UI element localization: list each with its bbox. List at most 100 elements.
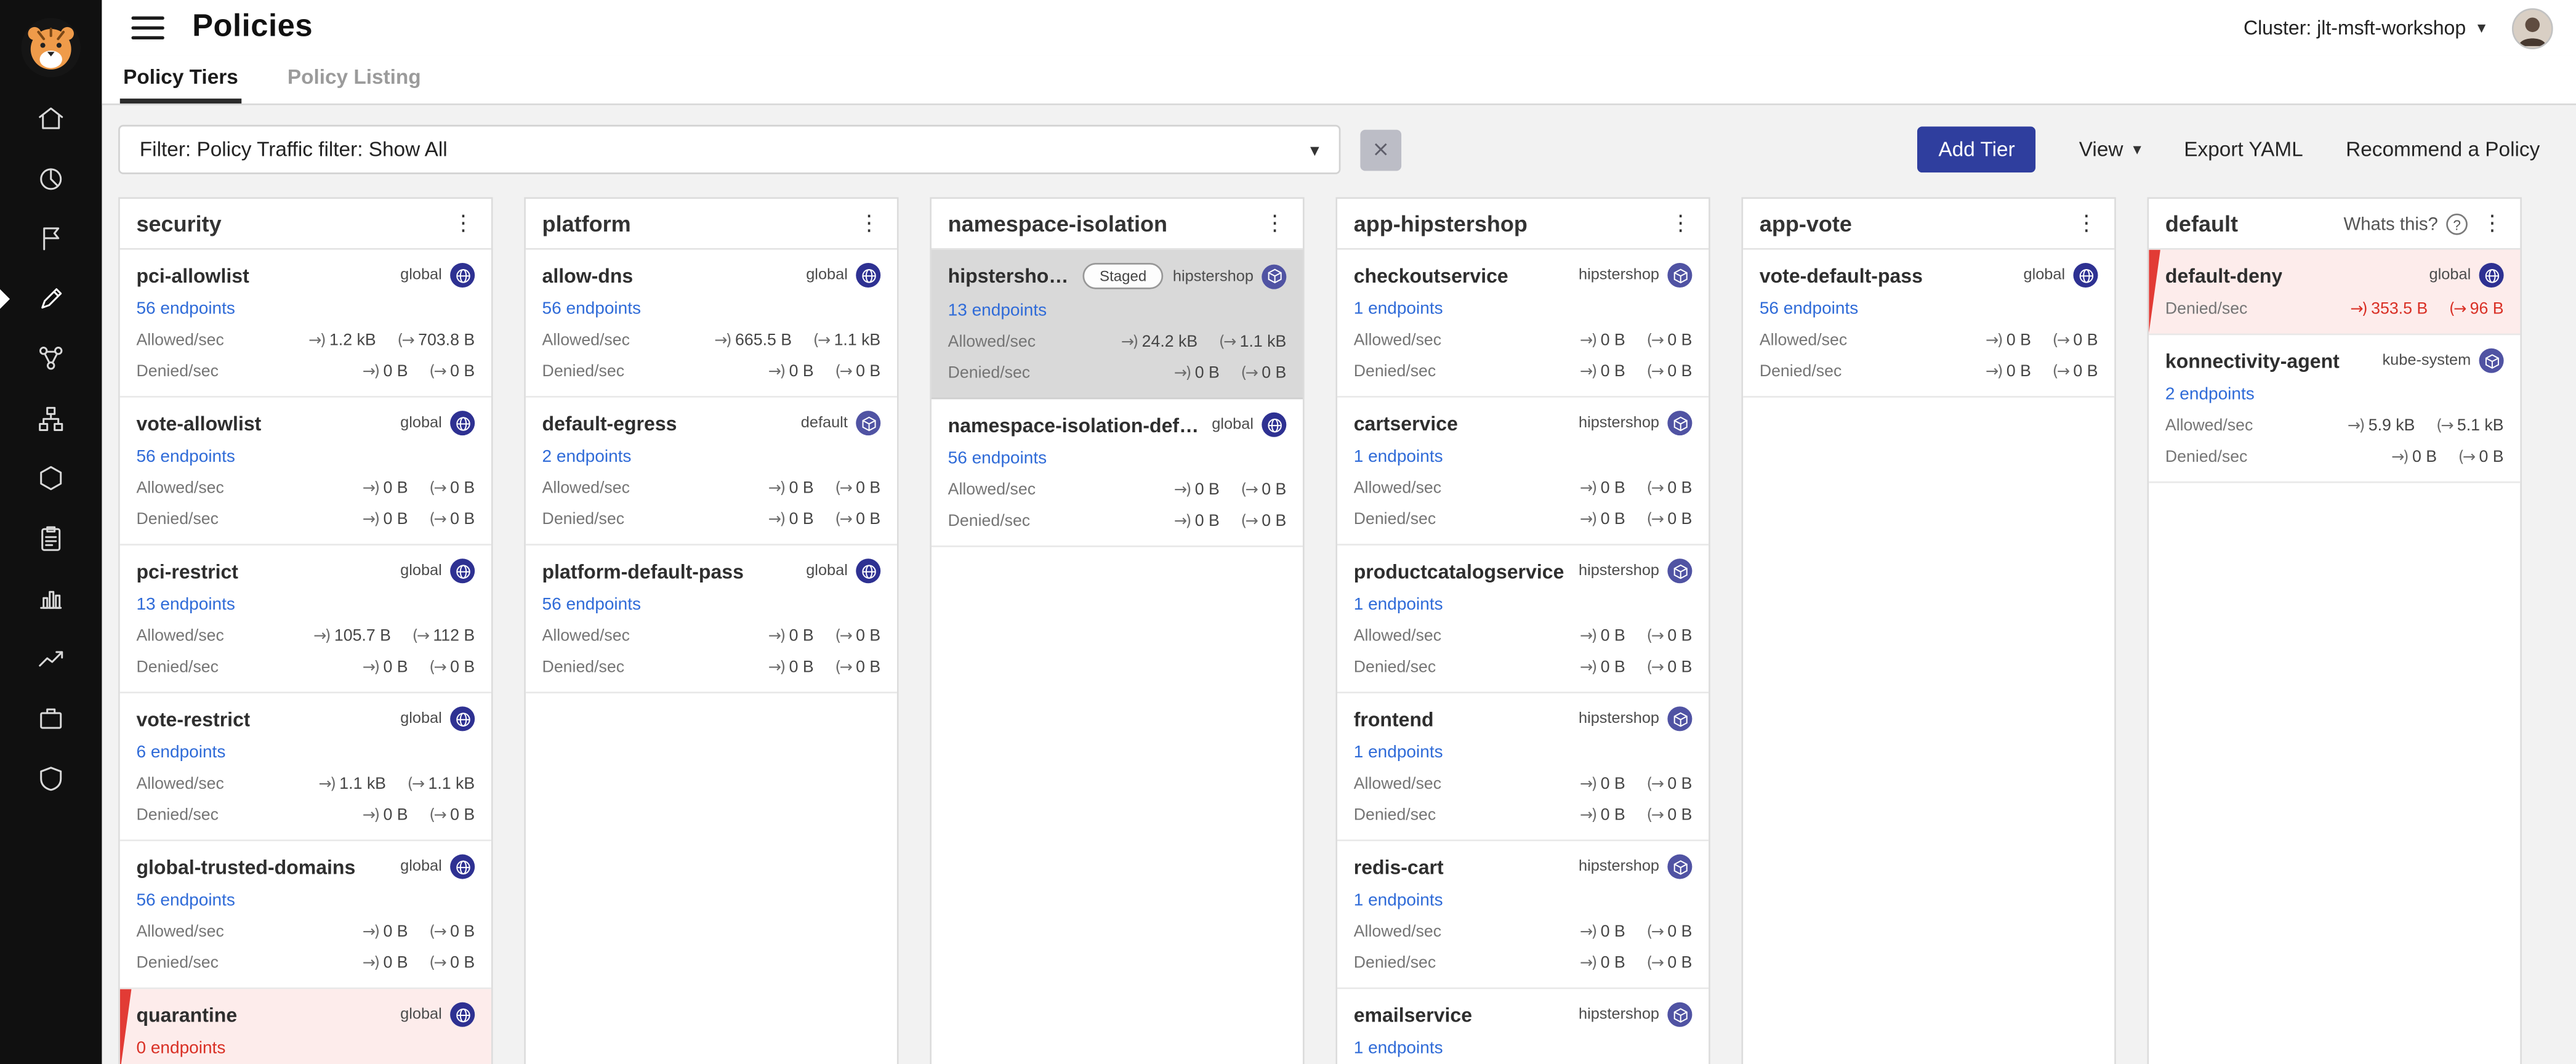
view-button[interactable]: View ▾ [2079,138,2141,161]
traffic-label: Allowed/sec [136,775,223,793]
sidebar-item-dashboards[interactable] [0,148,102,208]
sidebar-item-endpoints[interactable] [0,688,102,748]
tab-policy-tiers[interactable]: Policy Tiers [120,56,241,103]
endpoints-link[interactable]: 56 endpoints [542,299,641,319]
policy-scope: global [400,1002,475,1027]
whats-this-link[interactable]: Whats this? ? [2344,214,2468,235]
egress-icon: (→ [1647,480,1663,498]
allowed-rate-row: Allowed/sec →)0 B (→0 B [136,924,475,941]
tier-menu-icon[interactable]: ⋮ [452,212,475,236]
policy-card[interactable]: hipstershop-gh... Staged hipstershop 13 … [932,250,1303,400]
sidebar-item-home[interactable] [0,89,102,148]
cluster-selector[interactable]: Cluster: jlt-msft-workshop ▾ [2244,17,2485,39]
traffic-value: 0 B [1601,332,1625,350]
policy-card[interactable]: namespace-isolation-default-p... global … [932,399,1303,547]
policy-card[interactable]: default-egress default 2 endpoints Allow… [526,398,897,546]
sidebar-item-activity[interactable] [0,629,102,688]
sidebar-item-policies[interactable] [0,268,102,328]
policy-card[interactable]: cartservice hipstershop 1 endpoints Allo… [1337,398,1709,546]
endpoints-link[interactable]: 1 endpoints [1354,595,1443,615]
tab-policy-listing[interactable]: Policy Listing [284,56,425,103]
endpoints-link[interactable]: 1 endpoints [1354,1038,1443,1058]
endpoints-link[interactable]: 1 endpoints [1354,447,1443,467]
ingress-rate: →)0 B [1580,954,1625,972]
endpoints-link[interactable]: 56 endpoints [1760,299,1858,319]
add-tier-button[interactable]: Add Tier [1917,126,2037,172]
policy-card[interactable]: default-deny global Denied/sec →)353.5 B… [2149,250,2520,336]
person-icon [2514,9,2551,47]
policy-card[interactable]: konnectivity-agent kube-system 2 endpoin… [2149,335,2520,483]
endpoints-link[interactable]: 56 endpoints [948,448,1047,468]
traffic-value: 665.5 B [735,332,792,350]
tier-cards: checkoutservice hipstershop 1 endpoints … [1337,250,1709,1064]
traffic-filter-select[interactable]: Filter: Policy Traffic filter: Show All … [118,125,1340,174]
traffic-value: 0 B [1667,480,1692,498]
endpoints-link[interactable]: 56 endpoints [136,447,235,467]
scope-label: hipstershop [1173,267,1254,285]
export-yaml-button[interactable]: Export YAML [2184,138,2303,161]
policy-card[interactable]: redis-cart hipstershop 1 endpoints Allow… [1337,841,1709,989]
egress-icon: (→ [429,511,445,529]
policy-card[interactable]: emailservice hipstershop 1 endpoints All… [1337,989,1709,1064]
help-icon: ? [2446,214,2468,235]
egress-icon: (→ [835,659,851,677]
policy-card[interactable]: vote-default-pass global 56 endpoints Al… [1743,250,2114,398]
tier-menu-icon[interactable]: ⋮ [858,212,880,236]
endpoints-link[interactable]: 56 endpoints [136,890,235,910]
app-logo[interactable] [20,17,82,79]
policy-card[interactable]: platform-default-pass global 56 endpoint… [526,546,897,693]
endpoints-link[interactable]: 56 endpoints [136,299,235,319]
egress-rate: (→ 0 B [835,659,880,677]
policy-name: global-trusted-domains [136,855,355,878]
traffic-value: 0 B [450,363,475,381]
policy-card-header: frontend hipstershop [1354,706,1693,731]
tier-menu-icon[interactable]: ⋮ [1263,212,1286,236]
endpoints-link[interactable]: 13 endpoints [136,595,235,615]
user-avatar[interactable] [2512,7,2553,49]
policy-scope: global [2023,263,2098,288]
endpoints-link[interactable]: 2 endpoints [542,447,632,467]
endpoints-link[interactable]: 2 endpoints [2165,384,2255,404]
endpoints-link[interactable]: 1 endpoints [1354,743,1443,762]
tier-menu-icon[interactable]: ⋮ [2481,212,2503,236]
endpoints-link[interactable]: 0 endpoints [136,1038,225,1058]
policy-card[interactable]: productcatalogservice hipstershop 1 endp… [1337,546,1709,693]
egress-rate: (→0 B [835,627,880,645]
egress-icon: (→ [835,511,851,529]
hierarchy-icon [36,404,66,433]
endpoints-link[interactable]: 56 endpoints [542,595,641,615]
sidebar-item-threat-defense[interactable] [0,748,102,808]
sidebar-item-network-sets[interactable] [0,389,102,448]
ingress-rate: →)0 B [363,659,408,677]
tier-menu-icon[interactable]: ⋮ [2075,212,2098,236]
policy-card[interactable]: frontend hipstershop 1 endpoints Allowed… [1337,693,1709,841]
sidebar-item-reports[interactable] [0,568,102,628]
endpoints-link[interactable]: 1 endpoints [1354,299,1443,319]
policy-card[interactable]: allow-dns global 56 endpoints Allowed/se… [526,250,897,398]
endpoints-link[interactable]: 13 endpoints [948,300,1047,320]
tier-menu-icon[interactable]: ⋮ [1669,212,1692,236]
policy-card[interactable]: global-trusted-domains global 56 endpoin… [120,841,491,989]
policy-card[interactable]: quarantine global 0 endpoints [120,989,491,1064]
traffic-value: 0 B [856,659,880,677]
policy-card[interactable]: checkoutservice hipstershop 1 endpoints … [1337,250,1709,398]
endpoints-link[interactable]: 6 endpoints [136,743,225,762]
policy-card[interactable]: vote-allowlist global 56 endpoints Allow… [120,398,491,546]
menu-icon[interactable] [131,17,164,39]
traffic-label: Denied/sec [542,511,625,529]
tiger-logo-icon [20,17,82,79]
sidebar-item-compliance[interactable] [0,509,102,568]
sidebar-item-clusters[interactable] [0,448,102,508]
sidebar-item-alerts[interactable] [0,209,102,268]
egress-rate: (→0 B [835,511,880,529]
recommend-policy-button[interactable]: Recommend a Policy [2346,138,2540,161]
sidebar-item-service-graph[interactable] [0,329,102,389]
clear-filter-button[interactable]: × [1360,129,1401,170]
policy-card[interactable]: pci-restrict global 13 endpoints Allowed… [120,546,491,693]
egress-icon: (→ [2053,363,2069,381]
policy-card-header: cartservice hipstershop [1354,411,1693,435]
policy-card[interactable]: vote-restrict global 6 endpoints Allowed… [120,693,491,841]
traffic-value: 0 B [1601,511,1625,529]
endpoints-link[interactable]: 1 endpoints [1354,890,1443,910]
policy-card[interactable]: pci-allowlist global 56 endpoints Allowe… [120,250,491,398]
